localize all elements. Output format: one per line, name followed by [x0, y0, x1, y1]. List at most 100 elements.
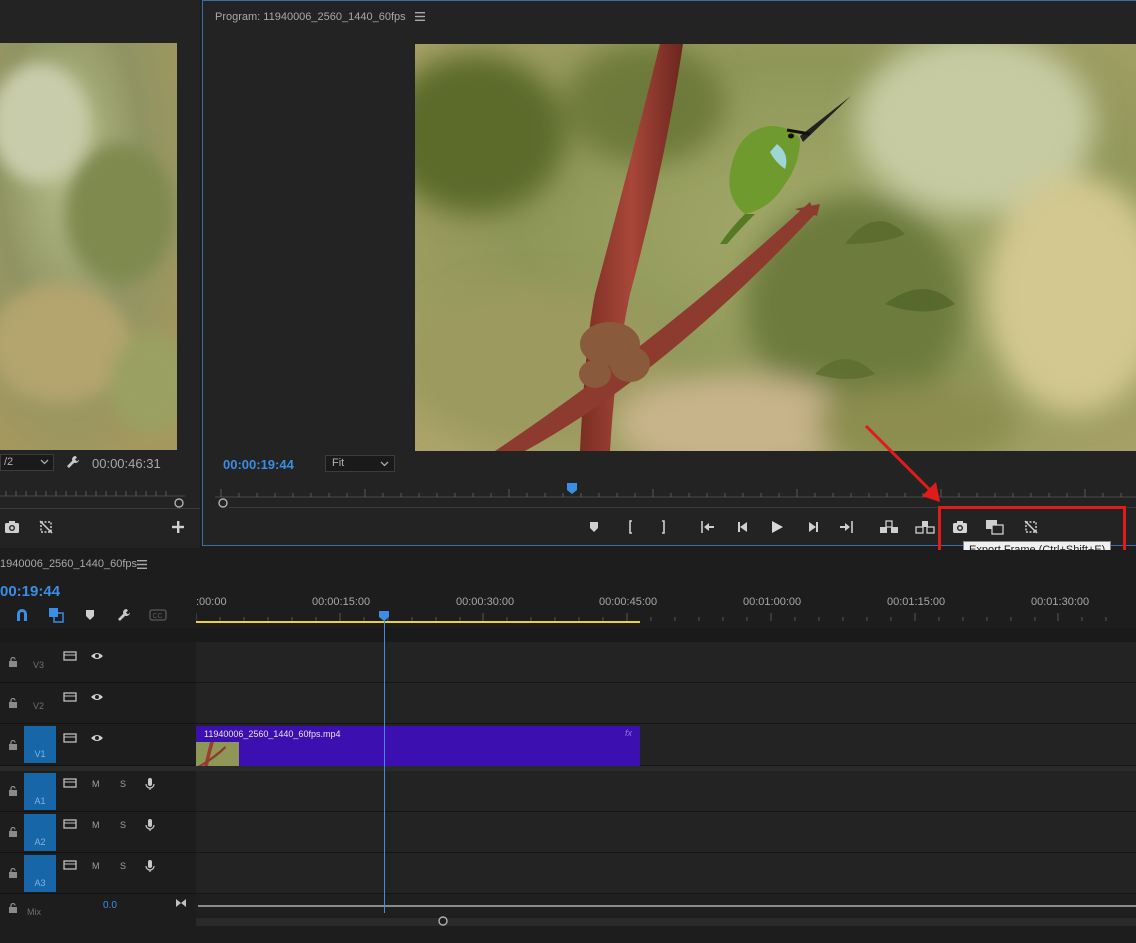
mix-level-line [198, 905, 1136, 907]
add-marker-icon[interactable] [80, 605, 100, 625]
hamburger-icon[interactable] [415, 12, 425, 21]
divider [0, 508, 200, 509]
source-monitor-panel: /2 00:00:46:31 [0, 0, 200, 548]
lock-icon[interactable] [8, 657, 18, 667]
lock-icon[interactable] [8, 827, 18, 837]
snap-magnet-icon[interactable] [12, 605, 32, 625]
track-label: V3 [33, 660, 45, 670]
mute-button[interactable]: M [92, 861, 100, 871]
play-button[interactable] [767, 517, 787, 537]
ruler-label: 00:01:30:00 [1031, 596, 1090, 608]
annotation-arrow [860, 420, 950, 510]
track-header-v1: V1 [0, 724, 195, 766]
lock-icon[interactable] [8, 698, 18, 708]
program-time-ruler[interactable] [215, 483, 1136, 499]
mix-label: Mix [27, 907, 41, 917]
solo-button[interactable]: S [120, 861, 126, 871]
program-timecode[interactable]: 00:00:19:44 [223, 457, 294, 472]
chevron-down-icon [40, 457, 49, 466]
solo-button[interactable]: S [120, 779, 126, 789]
source-patch-v1[interactable]: V1 [24, 726, 56, 763]
wrench-icon[interactable] [65, 454, 81, 470]
track-lane-a3[interactable] [196, 853, 1136, 894]
go-to-in-button[interactable] [697, 517, 717, 537]
solo-button[interactable]: S [120, 820, 126, 830]
source-patch-a3[interactable]: A3 [24, 855, 56, 892]
scrollbar-handle[interactable] [437, 915, 449, 927]
ruler-label: :00:00 [196, 596, 227, 608]
fit-dropdown[interactable]: Fit [325, 455, 395, 472]
mute-button[interactable]: M [92, 779, 100, 789]
lock-icon[interactable] [8, 786, 18, 796]
source-ruler[interactable] [0, 484, 185, 498]
track-lane-v3[interactable] [196, 642, 1136, 683]
mix-lane [196, 894, 1136, 916]
lock-icon[interactable] [8, 903, 18, 913]
microphone-icon[interactable] [145, 859, 155, 873]
timeline-timecode[interactable]: 00:19:44 [0, 583, 60, 600]
go-to-out-button[interactable] [837, 517, 857, 537]
source-patch-a1[interactable]: A1 [24, 773, 56, 810]
step-back-button[interactable] [733, 517, 753, 537]
timeline-scrollbar[interactable] [196, 918, 1136, 926]
timeline-ruler[interactable]: :00:00 00:00:15:00 00:00:30:00 00:00:45:… [196, 593, 1136, 625]
mark-in-button[interactable] [621, 517, 641, 537]
wrench-icon[interactable] [114, 605, 134, 625]
source-patch-a2[interactable]: A2 [24, 814, 56, 851]
fx-badge[interactable]: fx [625, 728, 632, 738]
track-lane-a2[interactable] [196, 812, 1136, 853]
timeline-playhead[interactable] [378, 610, 390, 622]
sequence-name: 1940006_2560_1440_60fps [0, 558, 138, 570]
track-label: A1 [34, 796, 46, 806]
track-label: A2 [34, 837, 46, 847]
mute-button[interactable]: M [92, 820, 100, 830]
lift-button[interactable] [879, 517, 899, 537]
eye-icon[interactable] [90, 733, 104, 743]
ruler-label: 00:00:45:00 [599, 596, 658, 608]
scale-dropdown[interactable]: /2 [0, 454, 54, 471]
step-forward-button[interactable] [803, 517, 823, 537]
add-marker-button[interactable] [584, 517, 604, 537]
film-toggle-icon[interactable] [63, 859, 77, 871]
track-header-a2: A2 M S [0, 812, 195, 853]
lock-icon[interactable] [8, 868, 18, 878]
film-toggle-icon[interactable] [63, 650, 77, 662]
film-toggle-icon[interactable] [63, 691, 77, 703]
mark-out-button[interactable] [653, 517, 673, 537]
clip-name: 11940006_2560_1440_60fps.mp4 [204, 729, 341, 739]
eye-icon[interactable] [90, 692, 104, 702]
program-monitor-panel: Program: 11940006_2560_1440_60fps 00:00:… [202, 0, 1136, 546]
fit-value: Fit [332, 457, 345, 469]
scale-value: /2 [4, 456, 14, 468]
chevron-down-icon [380, 459, 389, 468]
clip-thumbnail [196, 742, 239, 766]
video-clip[interactable]: 11940006_2560_1440_60fps.mp4 fx [196, 726, 640, 766]
work-area-bar[interactable] [196, 621, 640, 623]
microphone-icon[interactable] [145, 818, 155, 832]
source-timecode: 00:00:46:31 [92, 456, 161, 471]
captions-icon[interactable]: CC [148, 605, 168, 625]
linked-selection-icon[interactable] [46, 605, 66, 625]
microphone-icon[interactable] [145, 777, 155, 791]
ruler-label: 00:00:30:00 [456, 596, 515, 608]
program-playhead[interactable] [566, 482, 578, 495]
track-lane-a1[interactable] [196, 771, 1136, 812]
track-lane-v2[interactable] [196, 683, 1136, 724]
film-toggle-icon[interactable] [63, 777, 77, 789]
film-toggle-icon[interactable] [63, 818, 77, 830]
go-to-end-icon[interactable] [175, 898, 187, 908]
track-header-v3: V3 [0, 642, 195, 683]
hamburger-icon[interactable] [137, 560, 147, 569]
eye-icon[interactable] [90, 651, 104, 661]
camera-icon[interactable] [2, 517, 22, 537]
track-label: A3 [34, 878, 46, 888]
tracks-top-spacer [0, 628, 1136, 642]
program-zoom-handle[interactable] [217, 497, 229, 509]
settings-sync-icon[interactable] [36, 517, 56, 537]
film-toggle-icon[interactable] [63, 732, 77, 744]
extract-button[interactable] [915, 517, 935, 537]
program-video-frame[interactable] [415, 44, 1136, 451]
mix-volume[interactable]: 0.0 [103, 900, 117, 911]
lock-icon[interactable] [8, 740, 18, 750]
add-button[interactable] [168, 517, 188, 537]
